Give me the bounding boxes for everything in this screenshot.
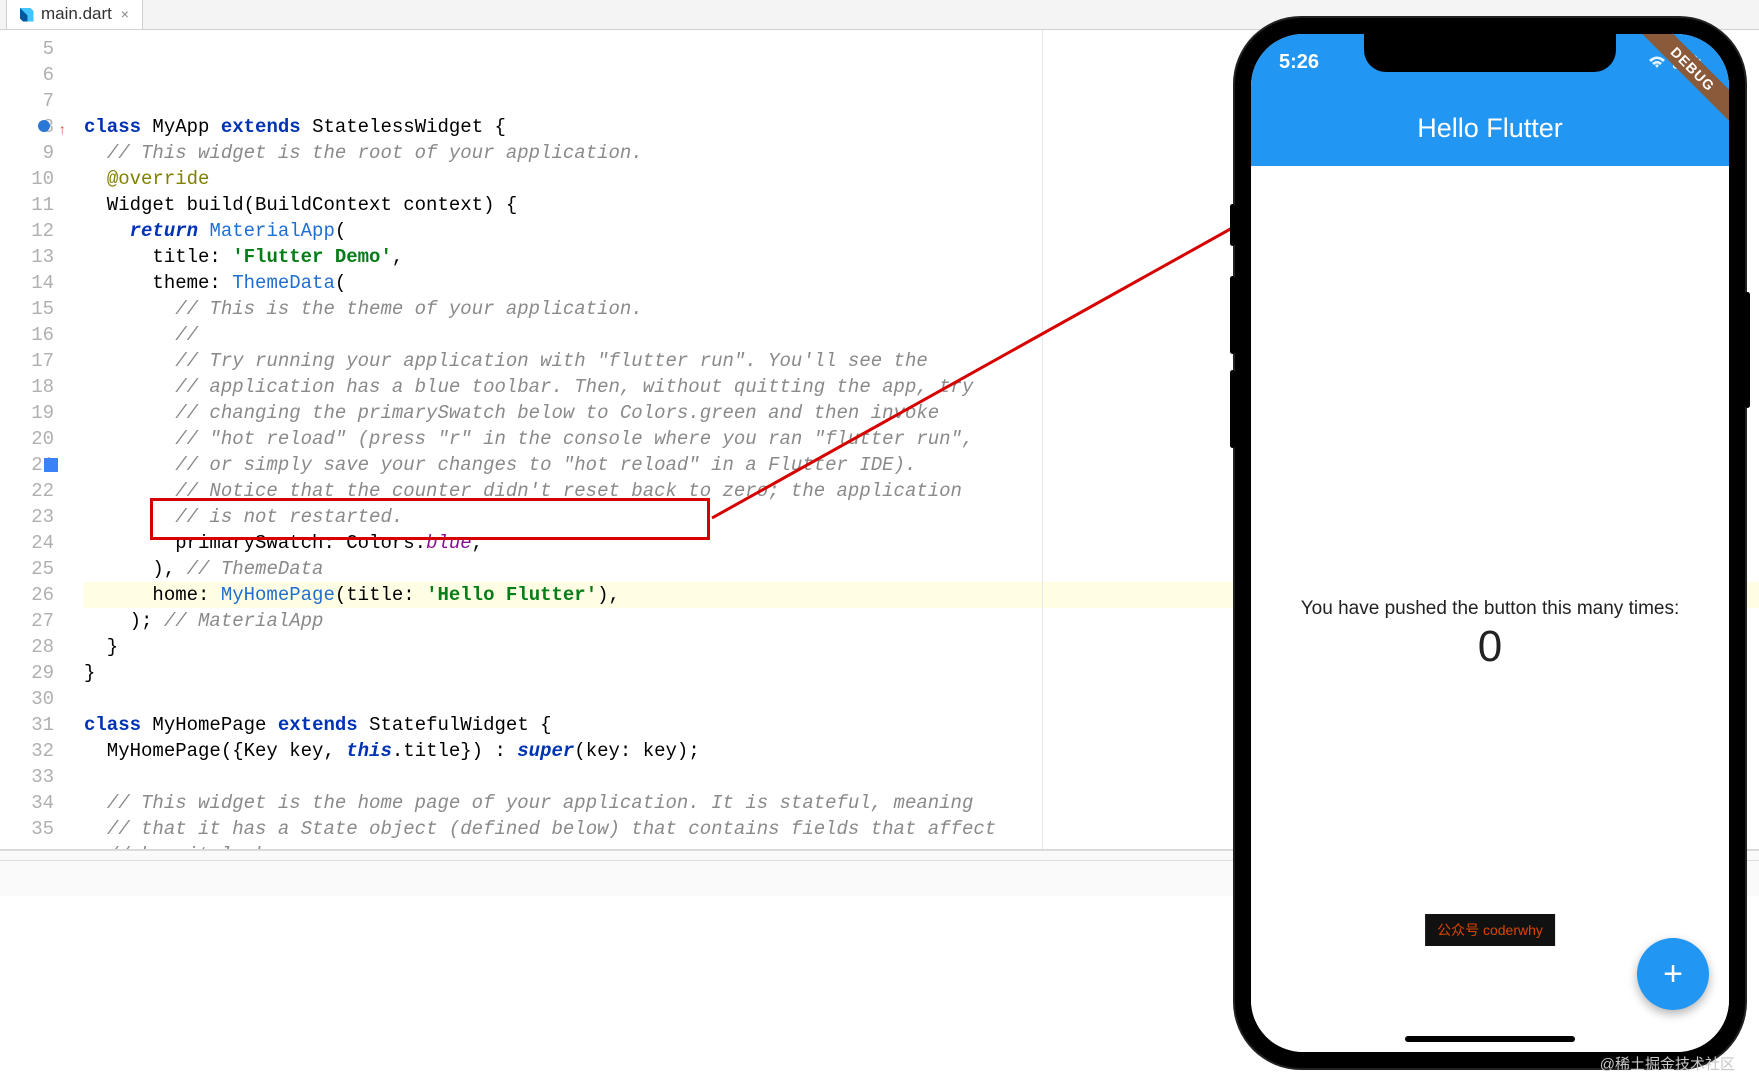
- dart-file-icon: [17, 5, 35, 23]
- run-to-line-icon: ↑: [58, 118, 66, 144]
- line-number[interactable]: 18: [0, 374, 54, 400]
- line-number[interactable]: 20: [0, 426, 54, 452]
- line-number[interactable]: 32: [0, 738, 54, 764]
- breakpoint-icon[interactable]: [38, 120, 50, 132]
- counter-label: You have pushed the button this many tim…: [1301, 598, 1680, 620]
- phone-volume-up: [1230, 276, 1235, 354]
- line-number[interactable]: 23: [0, 504, 54, 530]
- annotation-red-box: [150, 498, 710, 540]
- line-number[interactable]: 25: [0, 556, 54, 582]
- line-number[interactable]: 8↑: [0, 114, 54, 140]
- phone-volume-down: [1230, 370, 1235, 448]
- debug-banner: DEBUG: [1609, 34, 1729, 154]
- line-number[interactable]: 27: [0, 608, 54, 634]
- vertical-guide: [1042, 30, 1043, 849]
- line-number[interactable]: 29: [0, 660, 54, 686]
- line-number[interactable]: 6: [0, 62, 54, 88]
- line-number[interactable]: 33: [0, 764, 54, 790]
- line-number[interactable]: 35: [0, 816, 54, 842]
- line-number[interactable]: 13: [0, 244, 54, 270]
- line-number[interactable]: 7: [0, 88, 54, 114]
- home-indicator: [1405, 1036, 1575, 1042]
- page-watermark: @稀土掘金技术社区: [1600, 1053, 1735, 1074]
- line-number[interactable]: 5: [0, 36, 54, 62]
- line-number[interactable]: 14: [0, 270, 54, 296]
- fab-add-button[interactable]: +: [1637, 938, 1709, 1010]
- line-number[interactable]: 16: [0, 322, 54, 348]
- counter-value: 0: [1478, 622, 1502, 672]
- line-number[interactable]: 19: [0, 400, 54, 426]
- line-number[interactable]: 15: [0, 296, 54, 322]
- line-number[interactable]: 12: [0, 218, 54, 244]
- phone-notch: [1364, 34, 1616, 72]
- line-number[interactable]: 34: [0, 790, 54, 816]
- line-number[interactable]: 31: [0, 712, 54, 738]
- app-bar-title: Hello Flutter: [1417, 113, 1563, 144]
- line-number[interactable]: 11: [0, 192, 54, 218]
- line-number[interactable]: 22: [0, 478, 54, 504]
- file-tab-label: main.dart: [41, 4, 112, 24]
- line-number[interactable]: 28: [0, 634, 54, 660]
- phone-power-button: [1745, 292, 1750, 408]
- close-icon[interactable]: ×: [118, 7, 132, 21]
- line-number-gutter[interactable]: 5678↑91011121314151617181920212223242526…: [0, 30, 84, 849]
- toast-watermark: 公众号 coderwhy: [1425, 914, 1555, 946]
- phone-screen: 5:26 DEBUG Hello Flutter You have pushed…: [1251, 34, 1729, 1052]
- line-number[interactable]: 24: [0, 530, 54, 556]
- phone-time: 5:26: [1279, 51, 1319, 74]
- line-number[interactable]: 9: [0, 140, 54, 166]
- plus-icon: +: [1663, 955, 1683, 994]
- line-number[interactable]: 26: [0, 582, 54, 608]
- line-number[interactable]: 10: [0, 166, 54, 192]
- color-swatch-icon[interactable]: [44, 458, 58, 472]
- phone-silence-switch: [1230, 204, 1235, 246]
- line-number[interactable]: 21: [0, 452, 54, 478]
- line-number[interactable]: 30: [0, 686, 54, 712]
- line-number[interactable]: 17: [0, 348, 54, 374]
- file-tab-main-dart[interactable]: main.dart ×: [6, 0, 143, 29]
- phone-frame: 5:26 DEBUG Hello Flutter You have pushed…: [1235, 18, 1745, 1068]
